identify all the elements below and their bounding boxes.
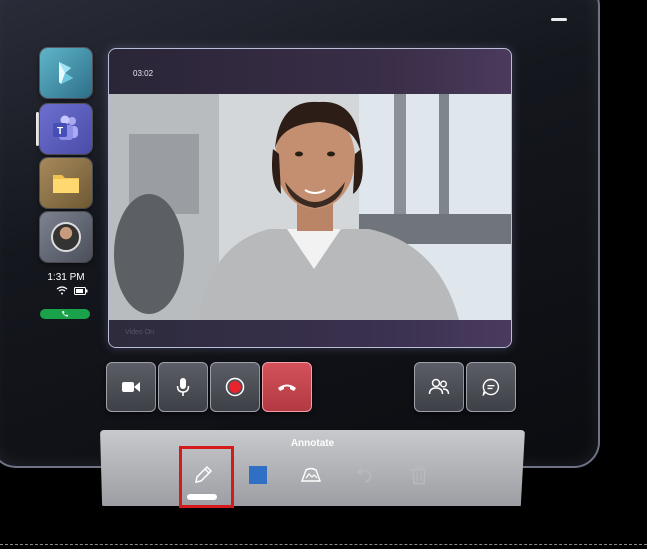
microphone-icon bbox=[176, 378, 190, 396]
undo-icon bbox=[356, 467, 372, 483]
trash-icon bbox=[411, 465, 427, 485]
minimize-icon[interactable] bbox=[551, 18, 567, 21]
color-picker-button[interactable] bbox=[245, 462, 271, 488]
microphone-button[interactable] bbox=[158, 362, 208, 412]
participants-button[interactable] bbox=[414, 362, 464, 412]
svg-text:T: T bbox=[57, 126, 63, 137]
active-call-pill[interactable] bbox=[40, 309, 90, 319]
video-call-panel: 03:02 Video On bbox=[108, 48, 512, 348]
camera-icon bbox=[122, 382, 140, 392]
dynamics-icon bbox=[59, 62, 73, 84]
video-caption: Video On bbox=[125, 329, 155, 336]
mixed-reality-icon bbox=[301, 467, 321, 482]
record-button[interactable] bbox=[210, 362, 260, 412]
app-tile-files[interactable] bbox=[40, 158, 92, 208]
undo-button[interactable] bbox=[352, 462, 378, 488]
avatar bbox=[51, 222, 81, 252]
battery-icon bbox=[74, 286, 88, 295]
remote-video-feed bbox=[109, 94, 511, 320]
status-time: 1:31 PM bbox=[47, 272, 85, 283]
people-icon bbox=[428, 378, 450, 395]
app-tile-teams[interactable]: T bbox=[40, 104, 92, 154]
record-icon bbox=[225, 377, 245, 397]
app-tile-dynamics[interactable] bbox=[40, 48, 92, 98]
hang-up-icon bbox=[278, 384, 296, 391]
status-icons bbox=[56, 286, 88, 295]
folder-icon bbox=[53, 175, 79, 193]
hololens-remote-assist-view: T 1:31 PM 03:02 Video On Annotate bbox=[0, 0, 647, 549]
pen-tool-highlight bbox=[179, 446, 234, 508]
camera-button[interactable] bbox=[106, 362, 156, 412]
end-call-button[interactable] bbox=[262, 362, 312, 412]
delete-button[interactable] bbox=[406, 462, 432, 488]
mixed-reality-capture-button[interactable] bbox=[298, 462, 324, 488]
chat-button[interactable] bbox=[466, 362, 516, 412]
screenshot-border bbox=[0, 544, 647, 545]
annotate-title: Annotate bbox=[290, 438, 335, 449]
color-square-icon bbox=[249, 466, 267, 484]
chat-icon bbox=[482, 378, 500, 396]
remote-participant-video bbox=[109, 94, 511, 320]
call-timer: 03:02 bbox=[133, 69, 154, 78]
video-bottom-strip bbox=[109, 320, 511, 347]
teams-icon: T bbox=[53, 115, 78, 140]
phone-icon bbox=[62, 311, 68, 317]
active-app-indicator bbox=[36, 112, 39, 146]
wifi-icon bbox=[56, 286, 68, 295]
app-tile-contact[interactable] bbox=[40, 212, 92, 262]
